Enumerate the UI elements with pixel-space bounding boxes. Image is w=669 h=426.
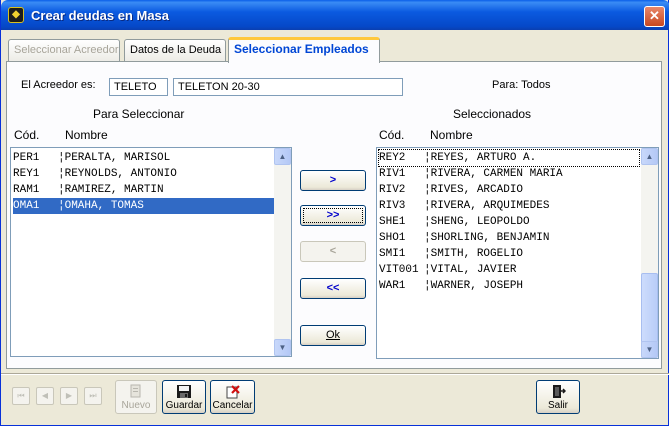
- list-item[interactable]: SHO1 ¦SHORLING, BENJAMIN: [379, 230, 639, 246]
- employee-name: PERALTA, MARISOL: [64, 152, 171, 164]
- window-title: Crear deudas en Masa: [31, 8, 170, 23]
- right-list-scrollbar[interactable]: ▲ ▼: [641, 148, 658, 358]
- employee-name: REYES, ARTURO A.: [430, 152, 537, 164]
- bottom-separator: [1, 373, 669, 375]
- app-shield-icon: ◆: [8, 7, 24, 23]
- scroll-down-arrow-icon[interactable]: ▼: [641, 341, 658, 358]
- guardar-button[interactable]: Guardar: [162, 380, 206, 414]
- employee-code: RIV3: [379, 200, 406, 212]
- employee-code: REY2: [379, 152, 406, 164]
- employee-code: VIT001: [379, 264, 419, 276]
- employee-code: RIV1: [379, 168, 406, 180]
- employee-code: SHO1: [379, 232, 406, 244]
- right-col-code-header: Cód.: [379, 128, 405, 142]
- selected-employees-list[interactable]: REY2 ¦REYES, ARTURO A. RIV1 ¦RIVERA, CARME…: [376, 147, 659, 359]
- employee-name: RAMIREZ, MARTIN: [64, 184, 164, 196]
- employee-name: RIVERA, CARMEN MARIA: [430, 168, 563, 180]
- prev-record-icon[interactable]: ◀: [36, 387, 54, 405]
- floppy-disk-icon: [177, 385, 191, 398]
- employee-code: REY1: [13, 168, 40, 180]
- guardar-label: Guardar: [165, 400, 203, 411]
- employee-code: RAM1: [13, 184, 40, 196]
- remove-all-button[interactable]: <<: [300, 278, 366, 299]
- employee-name: REYNOLDS, ANTONIO: [64, 168, 177, 180]
- para-todos-label: Para: Todos: [492, 79, 551, 91]
- scroll-up-arrow-icon[interactable]: ▲: [641, 148, 658, 165]
- left-list-title: Para Seleccionar: [93, 107, 185, 121]
- list-item[interactable]: WAR1 ¦WARNER, JOSEPH: [379, 278, 639, 294]
- right-list-title: Seleccionados: [453, 107, 532, 121]
- creditor-label: El Acreedor es:: [21, 79, 96, 91]
- list-item[interactable]: SHE1 ¦SHENG, LEOPOLDO: [379, 214, 639, 230]
- employee-name: SHORLING, BENJAMIN: [430, 232, 550, 244]
- employee-code: RIV2: [379, 184, 406, 196]
- remove-one-button[interactable]: <: [300, 241, 366, 262]
- list-item[interactable]: RAM1 ¦RAMIREZ, MARTIN: [13, 182, 275, 198]
- add-one-button[interactable]: >: [300, 170, 366, 191]
- employee-code: WAR1: [379, 280, 406, 292]
- scroll-thumb[interactable]: [641, 273, 658, 343]
- employee-name: RIVERA, ARQUIMEDES: [430, 200, 550, 212]
- employee-name: RIVES, ARCADIO: [430, 184, 524, 196]
- employee-code: SHE1: [379, 216, 406, 228]
- title-bar[interactable]: ◆ Crear deudas en Masa ✕: [1, 0, 669, 30]
- nuevo-button[interactable]: Nuevo: [115, 380, 157, 414]
- list-item-selected[interactable]: OMA1 ¦OMAHA, TOMAS: [13, 198, 275, 214]
- close-button[interactable]: ✕: [644, 6, 665, 27]
- employee-code: SMI1: [379, 248, 406, 260]
- list-item[interactable]: PER1 ¦PERALTA, MARISOL: [13, 150, 275, 166]
- cancelar-label: Cancelar: [212, 400, 253, 411]
- creditor-code-field[interactable]: TELETO: [109, 78, 168, 96]
- nuevo-label: Nuevo: [121, 400, 151, 411]
- exit-door-icon: [553, 385, 566, 398]
- left-col-name-header: Nombre: [65, 128, 108, 142]
- last-record-icon[interactable]: ⏭: [84, 387, 102, 405]
- first-record-icon[interactable]: ⏮: [12, 387, 30, 405]
- right-col-name-header: Nombre: [430, 128, 473, 142]
- add-all-button[interactable]: >>: [300, 205, 366, 226]
- employee-name: VITAL, JAVIER: [430, 264, 517, 276]
- new-document-icon: [130, 384, 141, 398]
- left-list-scrollbar[interactable]: ▲ ▼: [274, 148, 291, 356]
- salir-label: Salir: [547, 400, 568, 411]
- available-employees-list[interactable]: PER1 ¦PERALTA, MARISOL REY1 ¦REYNOLDS, ANT…: [10, 147, 292, 357]
- employee-code: OMA1: [13, 200, 40, 212]
- list-item[interactable]: REY1 ¦REYNOLDS, ANTONIO: [13, 166, 275, 182]
- creditor-name-field[interactable]: TELETON 20-30: [173, 78, 403, 96]
- next-record-icon[interactable]: ▶: [60, 387, 78, 405]
- list-item[interactable]: RIV1 ¦RIVERA, CARMEN MARIA: [379, 166, 639, 182]
- employee-name: SHENG, LEOPOLDO: [430, 216, 530, 228]
- list-item[interactable]: SMI1 ¦SMITH, ROGELIO: [379, 246, 639, 262]
- salir-button[interactable]: Salir: [536, 380, 580, 414]
- employee-name: OMAHA, TOMAS: [64, 200, 144, 212]
- employee-name: WARNER, JOSEPH: [430, 280, 524, 292]
- scroll-down-arrow-icon[interactable]: ▼: [274, 339, 291, 356]
- list-item[interactable]: VIT001 ¦VITAL, JAVIER: [379, 262, 639, 278]
- main-window: ◆ Crear deudas en Masa ✕ Seleccionar Acr…: [0, 0, 669, 426]
- list-item[interactable]: REY2 ¦REYES, ARTURO A.: [378, 149, 640, 167]
- cancelar-button[interactable]: Cancelar: [210, 380, 255, 414]
- list-item[interactable]: RIV2 ¦RIVES, ARCADIO: [379, 182, 639, 198]
- tab-seleccionar-acreedor[interactable]: Seleccionar Acreedor: [8, 39, 120, 62]
- scroll-up-arrow-icon[interactable]: ▲: [274, 148, 291, 165]
- tab-seleccionar-empleados[interactable]: Seleccionar Empleados: [228, 37, 380, 63]
- employee-code: PER1: [13, 152, 40, 164]
- employee-name: SMITH, ROGELIO: [430, 248, 524, 260]
- ok-button[interactable]: Ok: [300, 325, 366, 346]
- tab-datos-deuda[interactable]: Datos de la Deuda: [124, 39, 226, 62]
- left-col-code-header: Cód.: [14, 128, 40, 142]
- cancel-document-icon: [226, 385, 240, 399]
- list-item[interactable]: RIV3 ¦RIVERA, ARQUIMEDES: [379, 198, 639, 214]
